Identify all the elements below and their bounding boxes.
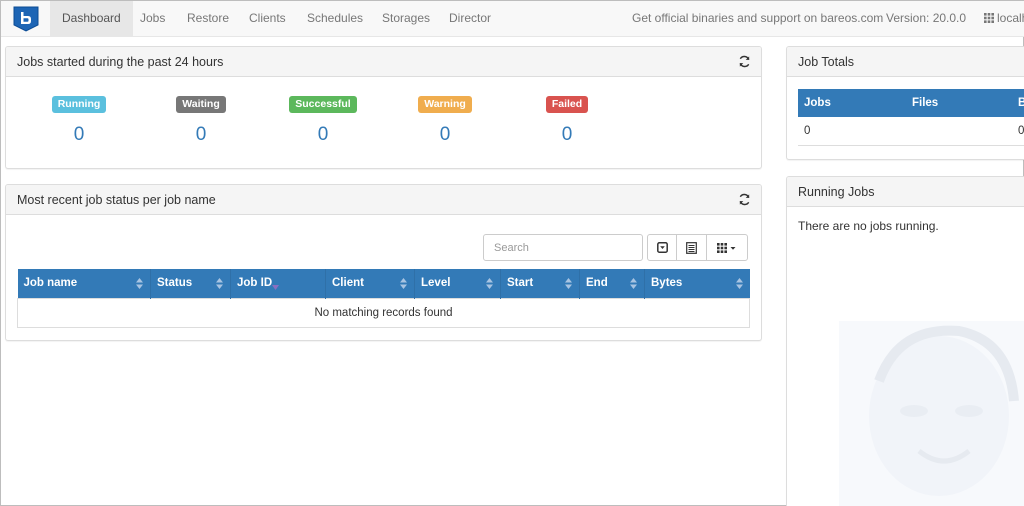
col-jobs: Jobs <box>798 89 906 117</box>
nav-storages[interactable]: Storages <box>370 1 442 37</box>
nav-director[interactable]: Director <box>437 1 503 37</box>
empty-message: No matching records found <box>17 297 750 328</box>
sort-icon <box>630 278 637 289</box>
sort-icon <box>400 278 407 289</box>
successful-count[interactable]: 0 <box>283 124 363 146</box>
recent-jobs-heading: Most recent job status per job name <box>6 185 761 215</box>
table-row: No matching records found <box>17 297 750 328</box>
nav-jobs[interactable]: Jobs <box>128 1 177 37</box>
stat-warning: Warning 0 <box>405 96 485 146</box>
columns-icon <box>717 242 736 253</box>
failed-badge: Failed <box>545 96 589 113</box>
panel-title: Jobs started during the past 24 hours <box>17 55 224 69</box>
no-running-message: There are no jobs running. <box>798 219 939 233</box>
sort-icon <box>565 278 572 289</box>
col-status[interactable]: Status <box>150 269 231 298</box>
job-totals-table: Jobs Files B 0 0 <box>798 89 1024 146</box>
col-start[interactable]: Start <box>500 269 580 298</box>
recent-jobs-table: Job name Status Job ID Client Level Star… <box>17 269 750 328</box>
warning-count[interactable]: 0 <box>405 124 485 146</box>
col-label: Status <box>157 277 193 290</box>
col-job-id[interactable]: Job ID <box>230 269 326 298</box>
grid-icon <box>984 13 994 23</box>
nav-dashboard[interactable]: Dashboard <box>50 1 133 37</box>
col-label: Client <box>332 277 364 290</box>
stat-successful: Successful 0 <box>283 96 363 146</box>
refresh-icon[interactable] <box>738 193 751 206</box>
top-navbar: Dashboard Jobs Restore Clients Schedules… <box>1 1 1024 37</box>
nav-clients[interactable]: Clients <box>237 1 298 37</box>
total-files-value <box>906 117 1012 146</box>
col-client[interactable]: Client <box>325 269 415 298</box>
version-text: Version: 20.0.0 <box>886 11 967 25</box>
col-bytes[interactable]: Bytes <box>644 269 750 298</box>
col-label: Job ID <box>237 277 273 290</box>
table-row: 0 0 <box>798 117 1024 146</box>
col-job-name[interactable]: Job name <box>17 269 151 298</box>
toggle-view-button[interactable] <box>676 234 707 261</box>
collapse-icon <box>656 242 668 253</box>
col-bytes: B <box>1012 89 1024 117</box>
col-label: End <box>586 277 608 290</box>
running-badge: Running <box>51 96 107 113</box>
col-files: Files <box>906 89 1012 117</box>
sort-icon <box>486 278 493 289</box>
host-menu[interactable]: localh <box>984 1 1024 37</box>
successful-badge: Successful <box>289 96 357 113</box>
list-icon <box>686 241 697 254</box>
col-label: Level <box>421 277 451 290</box>
warning-badge: Warning <box>418 96 472 113</box>
nav-schedules[interactable]: Schedules <box>295 1 375 37</box>
mascot-watermark-icon <box>839 321 1024 506</box>
stat-failed: Failed 0 <box>527 96 607 146</box>
nav-restore[interactable]: Restore <box>175 1 241 37</box>
stat-running: Running 0 <box>39 96 119 146</box>
total-bytes-value: 0 <box>1012 117 1024 146</box>
col-label: Start <box>507 277 534 290</box>
jobs-24h-panel: Jobs started during the past 24 hours Ru… <box>5 46 762 169</box>
toggle-filter-button[interactable] <box>647 234 677 261</box>
sort-icon <box>136 278 143 289</box>
total-jobs-value: 0 <box>798 117 906 146</box>
running-jobs-heading: Running Jobs <box>787 177 1024 207</box>
col-end[interactable]: End <box>579 269 645 298</box>
panel-title: Job Totals <box>798 55 855 69</box>
running-count[interactable]: 0 <box>39 124 119 146</box>
host-label: localh <box>997 11 1024 25</box>
search-input[interactable] <box>483 234 643 261</box>
col-label: Bytes <box>651 277 683 290</box>
job-totals-heading: Job Totals <box>787 47 1024 77</box>
support-link[interactable]: Get official binaries and support on bar… <box>632 1 883 37</box>
failed-count[interactable]: 0 <box>527 124 607 146</box>
recent-jobs-panel: Most recent job status per job name Sear… <box>5 184 762 341</box>
sort-desc-icon <box>272 285 280 290</box>
job-totals-panel: Job Totals Jobs Files B 0 0 <box>786 46 1024 160</box>
sort-icon <box>216 278 223 289</box>
table-toolbar <box>647 234 748 261</box>
waiting-badge: Waiting <box>176 96 226 113</box>
sort-icon <box>735 278 743 289</box>
panel-title: Running Jobs <box>798 185 875 199</box>
columns-dropdown-button[interactable] <box>706 234 748 261</box>
col-label: Job name <box>23 277 78 290</box>
col-level[interactable]: Level <box>414 269 501 298</box>
jobs-24h-heading: Jobs started during the past 24 hours <box>6 47 761 77</box>
waiting-count[interactable]: 0 <box>161 124 241 146</box>
refresh-icon[interactable] <box>738 55 751 68</box>
bareos-logo-icon[interactable] <box>12 5 40 33</box>
stat-waiting: Waiting 0 <box>161 96 241 146</box>
panel-title: Most recent job status per job name <box>17 193 216 207</box>
